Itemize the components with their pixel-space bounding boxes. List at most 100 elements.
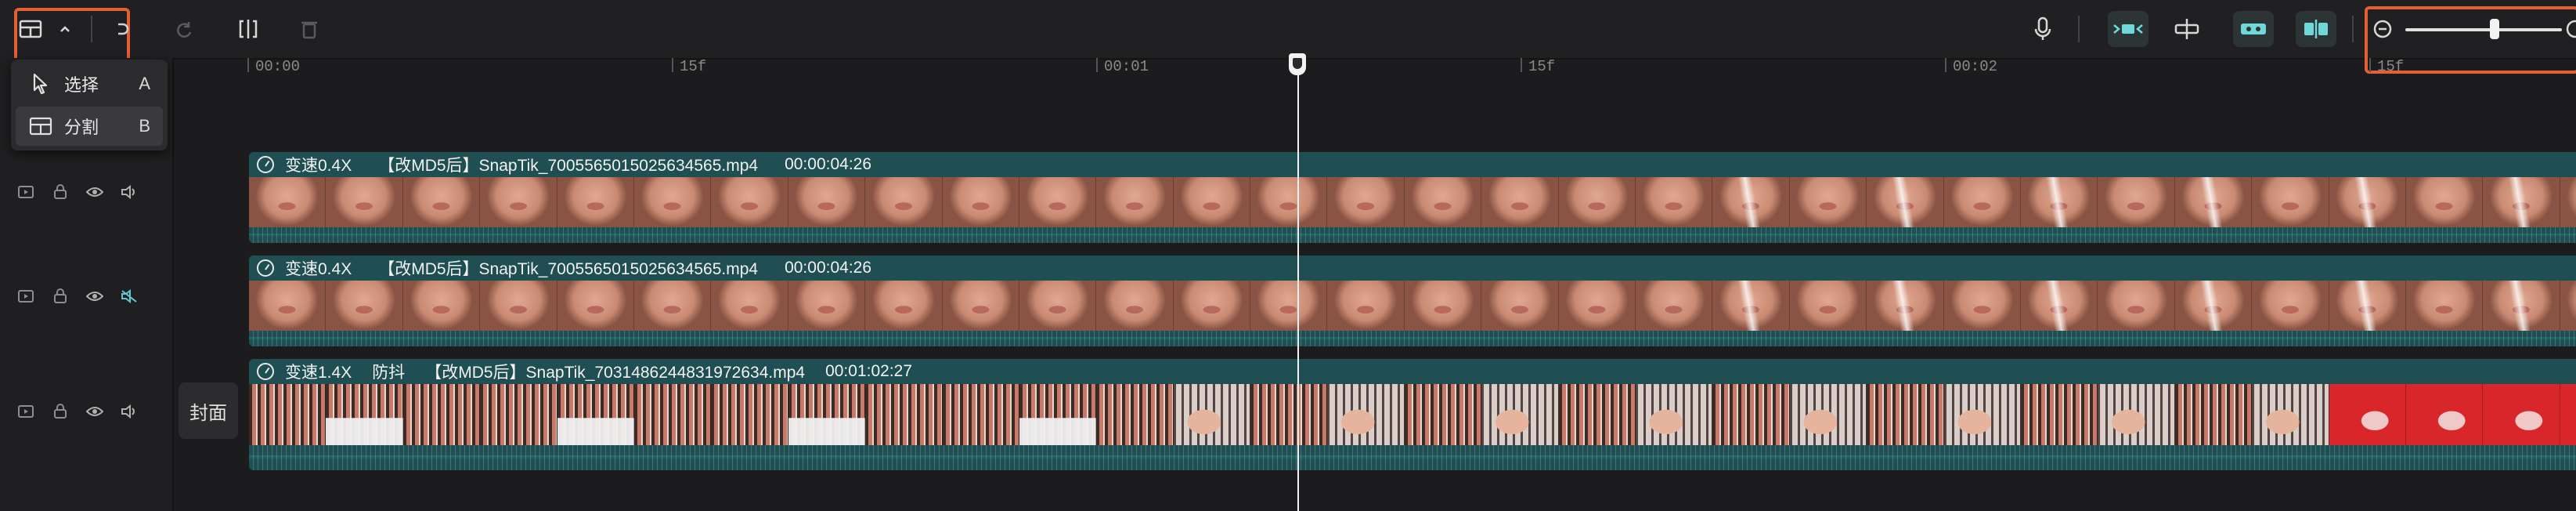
lock-icon[interactable] (52, 403, 69, 420)
clip-thumbnail (402, 281, 481, 331)
clip-thumbnail (2483, 177, 2560, 227)
clip-thumbnails (249, 177, 2576, 227)
cover-button[interactable]: 封面 (179, 382, 238, 439)
clip-duration: 00:01:02:27 (825, 362, 913, 380)
clip-thumbnail (1173, 384, 1251, 445)
clip-speed: 变速0.4X (285, 157, 352, 175)
video-clip[interactable]: 变速0.4X 【改MD5后】SnapTik_700556501502563456… (249, 256, 2576, 346)
lock-icon[interactable] (52, 288, 69, 305)
speaker-icon[interactable] (121, 403, 138, 420)
eye-icon[interactable] (86, 403, 103, 420)
clip-duration: 00:00:04:26 (785, 155, 872, 173)
redo-icon[interactable] (168, 13, 200, 45)
clip-thumbnail (1327, 281, 1405, 331)
clip-thumbnail (2252, 281, 2329, 331)
clip-duration: 00:00:04:26 (785, 259, 872, 277)
clip-thumbnail (2405, 384, 2484, 445)
auto-snap-icon[interactable] (2170, 13, 2203, 45)
clip-thumbnail (711, 177, 788, 227)
toolbar-divider (2352, 16, 2354, 42)
clip-thumbnail (557, 384, 634, 445)
split-tool-icon (25, 114, 56, 138)
clip-thumbnail (2174, 177, 2253, 227)
clip-speed: 变速0.4X (285, 260, 352, 278)
link-main-track-icon[interactable] (2108, 11, 2148, 47)
clip-filename: 【改MD5后】SnapTik_7031486244831972634.mp4 (425, 364, 806, 382)
clip-thumbnail (1558, 281, 1636, 331)
toolbar-divider (91, 16, 92, 42)
clip-thumbnail (2560, 384, 2576, 445)
eye-icon[interactable] (86, 183, 103, 201)
clip-thumbnail (557, 177, 634, 227)
video-clip[interactable]: 变速0.4X 【改MD5后】SnapTik_700556501502563456… (249, 152, 2576, 243)
clip-thumbnail (2020, 281, 2098, 331)
clip-thumbnail (1867, 281, 1944, 331)
menu-item-split[interactable]: 分割 B (16, 107, 163, 146)
clip-thumbnail (2174, 281, 2253, 331)
ruler-tick (672, 58, 673, 72)
speaker-icon[interactable] (121, 183, 138, 201)
split-bracket-icon[interactable] (232, 13, 265, 45)
ruler-label: 15f (2377, 58, 2405, 75)
video-clip[interactable]: 变速1.4X 防抖 【改MD5后】SnapTik_703148624483197… (249, 359, 2576, 470)
clip-thumbnail (1789, 281, 1867, 331)
clip-thumbnail (865, 281, 943, 331)
clip-thumbnail (1404, 177, 1482, 227)
clip-thumbnail (1789, 384, 1867, 445)
clip-thumbnail (1712, 281, 1790, 331)
ruler-tick (2369, 58, 2371, 72)
clip-thumbnail (1943, 281, 2021, 331)
clip-thumbnail (1250, 384, 1328, 445)
video-track-icon (17, 288, 34, 305)
cursor-icon (25, 72, 56, 96)
preview-axis-icon[interactable] (2296, 11, 2336, 47)
linkage-icon[interactable] (2233, 11, 2274, 47)
clip-thumbnail (1943, 384, 2021, 445)
clip-thumbnail (326, 384, 403, 445)
clip-header: 变速1.4X 防抖 【改MD5后】SnapTik_703148624483197… (249, 359, 2576, 384)
clip-thumbnail (402, 384, 481, 445)
clip-thumbnail (2405, 177, 2484, 227)
undo-icon[interactable] (105, 13, 138, 45)
audio-waveform (249, 445, 2576, 470)
clip-thumbnail (865, 177, 943, 227)
time-ruler[interactable]: 00:00 15f 00:01 15f 00:02 15f (247, 58, 2576, 78)
clip-thumbnail (1173, 281, 1251, 331)
clip-thumbnail (942, 281, 1019, 331)
clip-thumbnail (480, 177, 557, 227)
menu-item-select[interactable]: 选择 A (16, 64, 163, 103)
clip-thumbnail (1481, 281, 1559, 331)
menu-item-label: 选择 (64, 75, 99, 95)
clip-thumbnails (249, 384, 2576, 445)
clip-thumbnail (1404, 384, 1482, 445)
clip-thumbnail (2252, 177, 2329, 227)
mute-icon[interactable] (121, 288, 138, 305)
trash-icon[interactable] (293, 13, 326, 45)
clip-thumbnail (1096, 384, 1174, 445)
clip-thumbnail (633, 384, 712, 445)
video-track-icon (17, 403, 34, 420)
clip-filename: 【改MD5后】SnapTik_7005565015025634565.mp4 (378, 260, 759, 278)
clip-header: 变速0.4X 【改MD5后】SnapTik_700556501502563456… (249, 256, 2576, 281)
clip-thumbnail (1943, 177, 2021, 227)
clip-thumbnail (249, 384, 327, 445)
playhead-handle-inner (1293, 58, 1302, 69)
ruler-label: 15f (1528, 58, 1556, 75)
playhead-line[interactable] (1297, 55, 1299, 511)
audio-waveform (249, 227, 2576, 243)
microphone-icon[interactable] (2026, 13, 2059, 45)
clip-speed: 变速1.4X (285, 364, 352, 382)
clip-thumbnail (788, 384, 866, 445)
clip-thumbnail (1250, 281, 1328, 331)
clip-thumbnail (1481, 177, 1559, 227)
speed-icon (257, 363, 274, 380)
eye-icon[interactable] (86, 288, 103, 305)
clip-thumbnail (2020, 384, 2098, 445)
clip-thumbnail (1250, 177, 1328, 227)
lock-icon[interactable] (52, 183, 69, 201)
menu-item-shortcut: B (139, 116, 150, 136)
clip-thumbnail (1096, 281, 1174, 331)
clip-thumbnail (2405, 281, 2484, 331)
clip-thumbnail (1712, 177, 1790, 227)
clip-thumbnail (1558, 177, 1636, 227)
